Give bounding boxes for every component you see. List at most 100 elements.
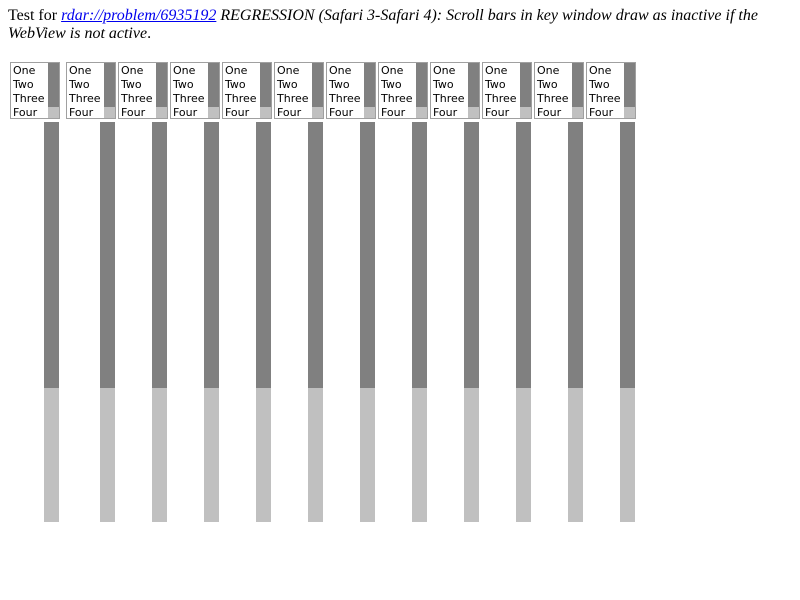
- vertical-scrollbar-11[interactable]: [568, 122, 583, 522]
- vertical-scrollbar-10[interactable]: [516, 122, 531, 522]
- listbox-option[interactable]: One: [589, 64, 621, 78]
- listbox-option[interactable]: Three: [13, 92, 45, 106]
- listbox-4[interactable]: One Two Three Four: [170, 62, 220, 119]
- vertical-scrollbar-1[interactable]: [44, 122, 59, 522]
- listbox-scrollbar-thumb[interactable]: [468, 63, 479, 107]
- listbox-8[interactable]: One Two Three Four: [378, 62, 428, 119]
- vertical-scrollbar-5[interactable]: [256, 122, 271, 522]
- listbox-option[interactable]: Two: [485, 78, 517, 92]
- listbox-option[interactable]: Three: [433, 92, 465, 106]
- listbox-option[interactable]: Four: [173, 106, 205, 118]
- listbox-scrollbar-thumb[interactable]: [572, 63, 583, 107]
- listbox-6[interactable]: One Two Three Four: [274, 62, 324, 119]
- vertical-scrollbar-thumb[interactable]: [516, 122, 531, 388]
- listbox-scrollbar-thumb[interactable]: [624, 63, 635, 107]
- listbox-9[interactable]: One Two Three Four: [430, 62, 480, 119]
- listbox-scrollbar-thumb[interactable]: [208, 63, 219, 107]
- listbox-option[interactable]: One: [69, 64, 101, 78]
- listbox-option[interactable]: Three: [121, 92, 153, 106]
- listbox-option[interactable]: Four: [69, 106, 101, 118]
- listbox-scrollbar-thumb[interactable]: [364, 63, 375, 107]
- vertical-scrollbar-thumb[interactable]: [100, 122, 115, 388]
- listbox-option[interactable]: Four: [121, 106, 153, 118]
- listbox-option[interactable]: One: [121, 64, 153, 78]
- listbox-option[interactable]: Four: [277, 106, 309, 118]
- listbox-option[interactable]: Two: [69, 78, 101, 92]
- listbox-scrollbar[interactable]: [416, 63, 427, 118]
- listbox-option[interactable]: Four: [13, 106, 45, 118]
- listbox-scrollbar[interactable]: [48, 63, 59, 118]
- vertical-scrollbar-8[interactable]: [412, 122, 427, 522]
- vertical-scrollbar-thumb[interactable]: [44, 122, 59, 388]
- bug-link[interactable]: rdar://problem/6935192: [61, 7, 216, 24]
- listbox-option[interactable]: Two: [329, 78, 361, 92]
- listbox-scrollbar[interactable]: [208, 63, 219, 118]
- listbox-option[interactable]: Three: [173, 92, 205, 106]
- listbox-option[interactable]: Three: [225, 92, 257, 106]
- listbox-scrollbar-thumb[interactable]: [260, 63, 271, 107]
- vertical-scrollbar-thumb[interactable]: [256, 122, 271, 388]
- listbox-option[interactable]: One: [173, 64, 205, 78]
- listbox-scrollbar[interactable]: [312, 63, 323, 118]
- listbox-5[interactable]: One Two Three Four: [222, 62, 272, 119]
- listbox-option[interactable]: Four: [225, 106, 257, 118]
- listbox-option[interactable]: Two: [13, 78, 45, 92]
- listbox-option[interactable]: Two: [121, 78, 153, 92]
- vertical-scrollbar-7[interactable]: [360, 122, 375, 522]
- listbox-scrollbar-thumb[interactable]: [312, 63, 323, 107]
- listbox-scrollbar[interactable]: [260, 63, 271, 118]
- listbox-scrollbar-thumb[interactable]: [520, 63, 531, 107]
- listbox-option[interactable]: Three: [381, 92, 413, 106]
- listbox-option[interactable]: Three: [589, 92, 621, 106]
- listbox-scrollbar[interactable]: [104, 63, 115, 118]
- listbox-option[interactable]: One: [537, 64, 569, 78]
- listbox-option[interactable]: Three: [485, 92, 517, 106]
- listbox-option[interactable]: One: [329, 64, 361, 78]
- listbox-scrollbar[interactable]: [364, 63, 375, 118]
- listbox-scrollbar[interactable]: [520, 63, 531, 118]
- vertical-scrollbar-thumb[interactable]: [412, 122, 427, 388]
- listbox-option[interactable]: Two: [537, 78, 569, 92]
- listbox-10[interactable]: One Two Three Four: [482, 62, 532, 119]
- vertical-scrollbar-6[interactable]: [308, 122, 323, 522]
- listbox-option[interactable]: Two: [433, 78, 465, 92]
- listbox-option[interactable]: Four: [485, 106, 517, 118]
- listbox-scrollbar[interactable]: [468, 63, 479, 118]
- listbox-3[interactable]: One Two Three Four: [118, 62, 168, 119]
- vertical-scrollbar-thumb[interactable]: [568, 122, 583, 388]
- listbox-scrollbar[interactable]: [156, 63, 167, 118]
- vertical-scrollbar-thumb[interactable]: [308, 122, 323, 388]
- listbox-option[interactable]: Two: [277, 78, 309, 92]
- listbox-11[interactable]: One Two Three Four: [534, 62, 584, 119]
- vertical-scrollbar-2[interactable]: [100, 122, 115, 522]
- listbox-option[interactable]: One: [433, 64, 465, 78]
- listbox-7[interactable]: One Two Three Four: [326, 62, 376, 119]
- listbox-option[interactable]: One: [485, 64, 517, 78]
- listbox-option[interactable]: One: [13, 64, 45, 78]
- vertical-scrollbar-thumb[interactable]: [620, 122, 635, 388]
- listbox-option[interactable]: Three: [277, 92, 309, 106]
- listbox-option[interactable]: Three: [69, 92, 101, 106]
- listbox-2[interactable]: One Two Three Four: [66, 62, 116, 119]
- listbox-scrollbar-thumb[interactable]: [104, 63, 115, 107]
- listbox-scrollbar[interactable]: [624, 63, 635, 118]
- listbox-option[interactable]: Four: [381, 106, 413, 118]
- listbox-option[interactable]: Two: [589, 78, 621, 92]
- listbox-option[interactable]: Two: [173, 78, 205, 92]
- listbox-12[interactable]: One Two Three Four: [586, 62, 636, 119]
- listbox-option[interactable]: One: [225, 64, 257, 78]
- listbox-scrollbar[interactable]: [572, 63, 583, 118]
- vertical-scrollbar-thumb[interactable]: [360, 122, 375, 388]
- listbox-option[interactable]: Two: [225, 78, 257, 92]
- listbox-option[interactable]: Two: [381, 78, 413, 92]
- listbox-scrollbar-thumb[interactable]: [48, 63, 59, 107]
- listbox-option[interactable]: Three: [537, 92, 569, 106]
- vertical-scrollbar-9[interactable]: [464, 122, 479, 522]
- vertical-scrollbar-thumb[interactable]: [464, 122, 479, 388]
- vertical-scrollbar-3[interactable]: [152, 122, 167, 522]
- listbox-scrollbar-thumb[interactable]: [156, 63, 167, 107]
- listbox-option[interactable]: Four: [537, 106, 569, 118]
- listbox-scrollbar-thumb[interactable]: [416, 63, 427, 107]
- listbox-option[interactable]: One: [277, 64, 309, 78]
- listbox-option[interactable]: Four: [433, 106, 465, 118]
